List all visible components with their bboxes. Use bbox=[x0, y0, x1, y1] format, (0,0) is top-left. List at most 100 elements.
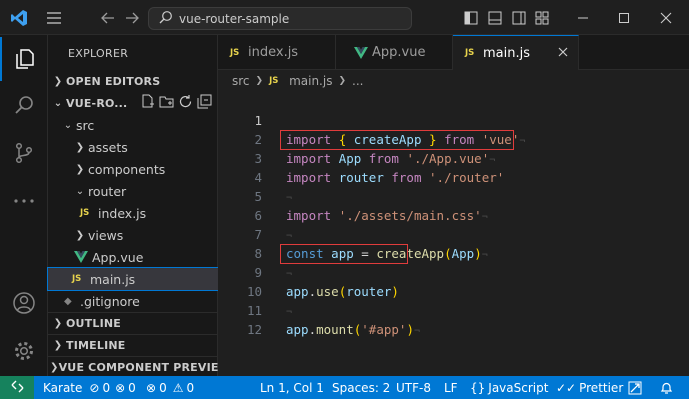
collapse-all-icon[interactable] bbox=[197, 94, 212, 112]
js-file-icon: JS bbox=[269, 76, 279, 86]
tree-item-index-js[interactable]: JS index.js bbox=[48, 202, 218, 224]
eol-status[interactable]: LF bbox=[444, 376, 458, 399]
code-line: 1 import { createApp } from 'vue'¬ bbox=[218, 92, 689, 147]
chevron-down-icon: ⌄ bbox=[63, 119, 73, 131]
tree-label: .gitignore bbox=[80, 293, 140, 309]
chevron-right-icon: ❯ bbox=[75, 229, 85, 241]
tab-main-js[interactable]: JS main.js bbox=[453, 35, 579, 70]
problems-status[interactable]: ⊗ 0 ⚠ 0 bbox=[146, 376, 194, 399]
accounts-icon[interactable] bbox=[0, 281, 48, 325]
breadcrumb-more[interactable]: ... bbox=[352, 74, 363, 88]
tree-label: src bbox=[76, 117, 95, 133]
back-arrow-icon[interactable] bbox=[98, 0, 118, 35]
tree-item-assets[interactable]: ❯ assets bbox=[48, 136, 218, 158]
chevron-right-icon: ❯ bbox=[255, 76, 264, 86]
tree-item-gitignore[interactable]: ◆ .gitignore bbox=[48, 290, 218, 312]
chevron-right-icon: ❯ bbox=[75, 163, 85, 175]
chevron-down-icon: ⌄ bbox=[75, 185, 85, 197]
timeline-section[interactable]: ❯ TIMELINE bbox=[48, 334, 218, 356]
vscode-logo-icon bbox=[8, 0, 30, 35]
toggle-panel-icon[interactable] bbox=[486, 0, 504, 35]
activity-bar bbox=[0, 35, 48, 376]
chevron-right-icon: ❯ bbox=[53, 75, 63, 87]
notifications-bell-icon[interactable] bbox=[660, 376, 673, 399]
explorer-toolbar bbox=[140, 92, 212, 114]
js-file-icon: JS bbox=[80, 208, 90, 218]
timeline-label: TIMELINE bbox=[66, 339, 126, 352]
code-line: 6 ¬ bbox=[218, 187, 689, 242]
cursor-position[interactable]: Ln 1, Col 1 bbox=[260, 376, 324, 399]
maximize-icon[interactable] bbox=[606, 0, 642, 35]
refresh-icon[interactable] bbox=[178, 94, 193, 112]
title-bar: vue-router-sample bbox=[0, 0, 689, 35]
branch-label: Karate bbox=[43, 380, 83, 395]
warning-count: 0 bbox=[186, 380, 195, 395]
status-bar: Karate ⊘ 0 ⊗ 0 ⊗ 0 ⚠ 0 Ln 1, Col 1 Spaces: 2… bbox=[0, 376, 689, 399]
open-editors-section[interactable]: ❯ OPEN EDITORS bbox=[48, 70, 218, 92]
search-text: vue-router-sample bbox=[179, 11, 290, 26]
command-center-search[interactable]: vue-router-sample bbox=[148, 7, 412, 30]
outline-section[interactable]: ❯ OUTLINE bbox=[48, 312, 218, 334]
tree-item-src[interactable]: ⌄ src bbox=[48, 114, 218, 136]
prettier-status[interactable]: ✓✓ Prettier bbox=[556, 376, 623, 399]
js-file-icon: JS bbox=[72, 274, 82, 284]
explorer-icon[interactable] bbox=[0, 37, 48, 81]
toggle-secondary-sidebar-icon[interactable] bbox=[510, 0, 528, 35]
chevron-right-icon: ❯ bbox=[53, 318, 63, 329]
highlight-box-app-use bbox=[280, 244, 408, 264]
tree-item-app-vue[interactable]: App.vue bbox=[48, 246, 218, 268]
search-icon bbox=[159, 10, 173, 27]
close-tab-icon[interactable] bbox=[558, 46, 568, 61]
source-control-icon[interactable] bbox=[0, 131, 48, 175]
vue-preview-label: VUE COMPONENT PREVIEW bbox=[58, 361, 231, 374]
remote-indicator[interactable] bbox=[0, 376, 34, 399]
tree-item-views[interactable]: ❯ views bbox=[48, 224, 218, 246]
chevron-right-icon: ❯ bbox=[75, 141, 85, 153]
code-line: 4 ¬ bbox=[218, 149, 689, 204]
tab-app-vue[interactable]: App.vue bbox=[336, 35, 453, 70]
tree-label: index.js bbox=[98, 205, 147, 221]
code-line: 10 ¬ bbox=[218, 263, 689, 318]
braces-icon: {} bbox=[470, 380, 486, 395]
chevron-right-icon: ❯ bbox=[50, 362, 59, 373]
breadcrumb-file[interactable]: main.js bbox=[289, 74, 332, 88]
more-icon[interactable] bbox=[0, 179, 48, 223]
close-icon[interactable] bbox=[646, 0, 686, 35]
tab-index-js[interactable]: JS index.js bbox=[218, 35, 336, 70]
forward-arrow-icon[interactable] bbox=[122, 0, 142, 35]
minimize-icon[interactable] bbox=[560, 0, 606, 35]
code-line: 11 app.mount('#app')¬ bbox=[218, 282, 689, 337]
new-folder-icon[interactable] bbox=[159, 94, 174, 112]
search-icon[interactable] bbox=[0, 83, 48, 127]
indentation-status[interactable]: Spaces: 2 bbox=[332, 376, 390, 399]
language-status[interactable]: {} JavaScript bbox=[470, 376, 548, 399]
manage-gear-icon[interactable] bbox=[0, 329, 48, 373]
error-count: 0 bbox=[159, 380, 167, 395]
feedback-icon[interactable] bbox=[628, 376, 642, 399]
tree-item-router[interactable]: ⌄ router bbox=[48, 180, 218, 202]
tree-label: router bbox=[88, 183, 127, 199]
tree-item-main-js[interactable]: JS main.js bbox=[47, 267, 219, 291]
js-file-icon: JS bbox=[465, 48, 475, 58]
new-file-icon[interactable] bbox=[140, 94, 155, 112]
remote-icon bbox=[11, 380, 24, 396]
branch-status[interactable]: Karate ⊘ 0 ⊗ 0 bbox=[43, 376, 136, 399]
tree-item-components[interactable]: ❯ components bbox=[48, 158, 218, 180]
customize-layout-icon[interactable] bbox=[533, 0, 551, 35]
tab-label: index.js bbox=[248, 45, 299, 60]
chevron-down-icon: ⌄ bbox=[53, 97, 63, 109]
double-check-icon: ✓✓ bbox=[556, 380, 577, 395]
error-icon: ⊗ bbox=[146, 380, 157, 395]
project-section[interactable]: ⌄ VUE-RO... bbox=[48, 92, 218, 114]
breadcrumb: src ❯ JS main.js ❯ ... bbox=[218, 70, 689, 92]
menu-icon[interactable] bbox=[44, 0, 64, 35]
toggle-sidebar-icon[interactable] bbox=[462, 0, 480, 35]
open-editors-label: OPEN EDITORS bbox=[66, 74, 161, 88]
highlight-box-import-router bbox=[280, 130, 514, 150]
formatter-label: Prettier bbox=[579, 380, 624, 395]
vue-preview-section[interactable]: ❯ VUE COMPONENT PREVIEW bbox=[48, 356, 231, 378]
encoding-status[interactable]: UTF-8 bbox=[396, 376, 431, 399]
breadcrumb-folder[interactable]: src bbox=[232, 74, 250, 88]
code-editor[interactable]: 1 import { createApp } from 'vue'¬ 2 imp… bbox=[218, 92, 689, 376]
tree-label: components bbox=[88, 161, 166, 177]
